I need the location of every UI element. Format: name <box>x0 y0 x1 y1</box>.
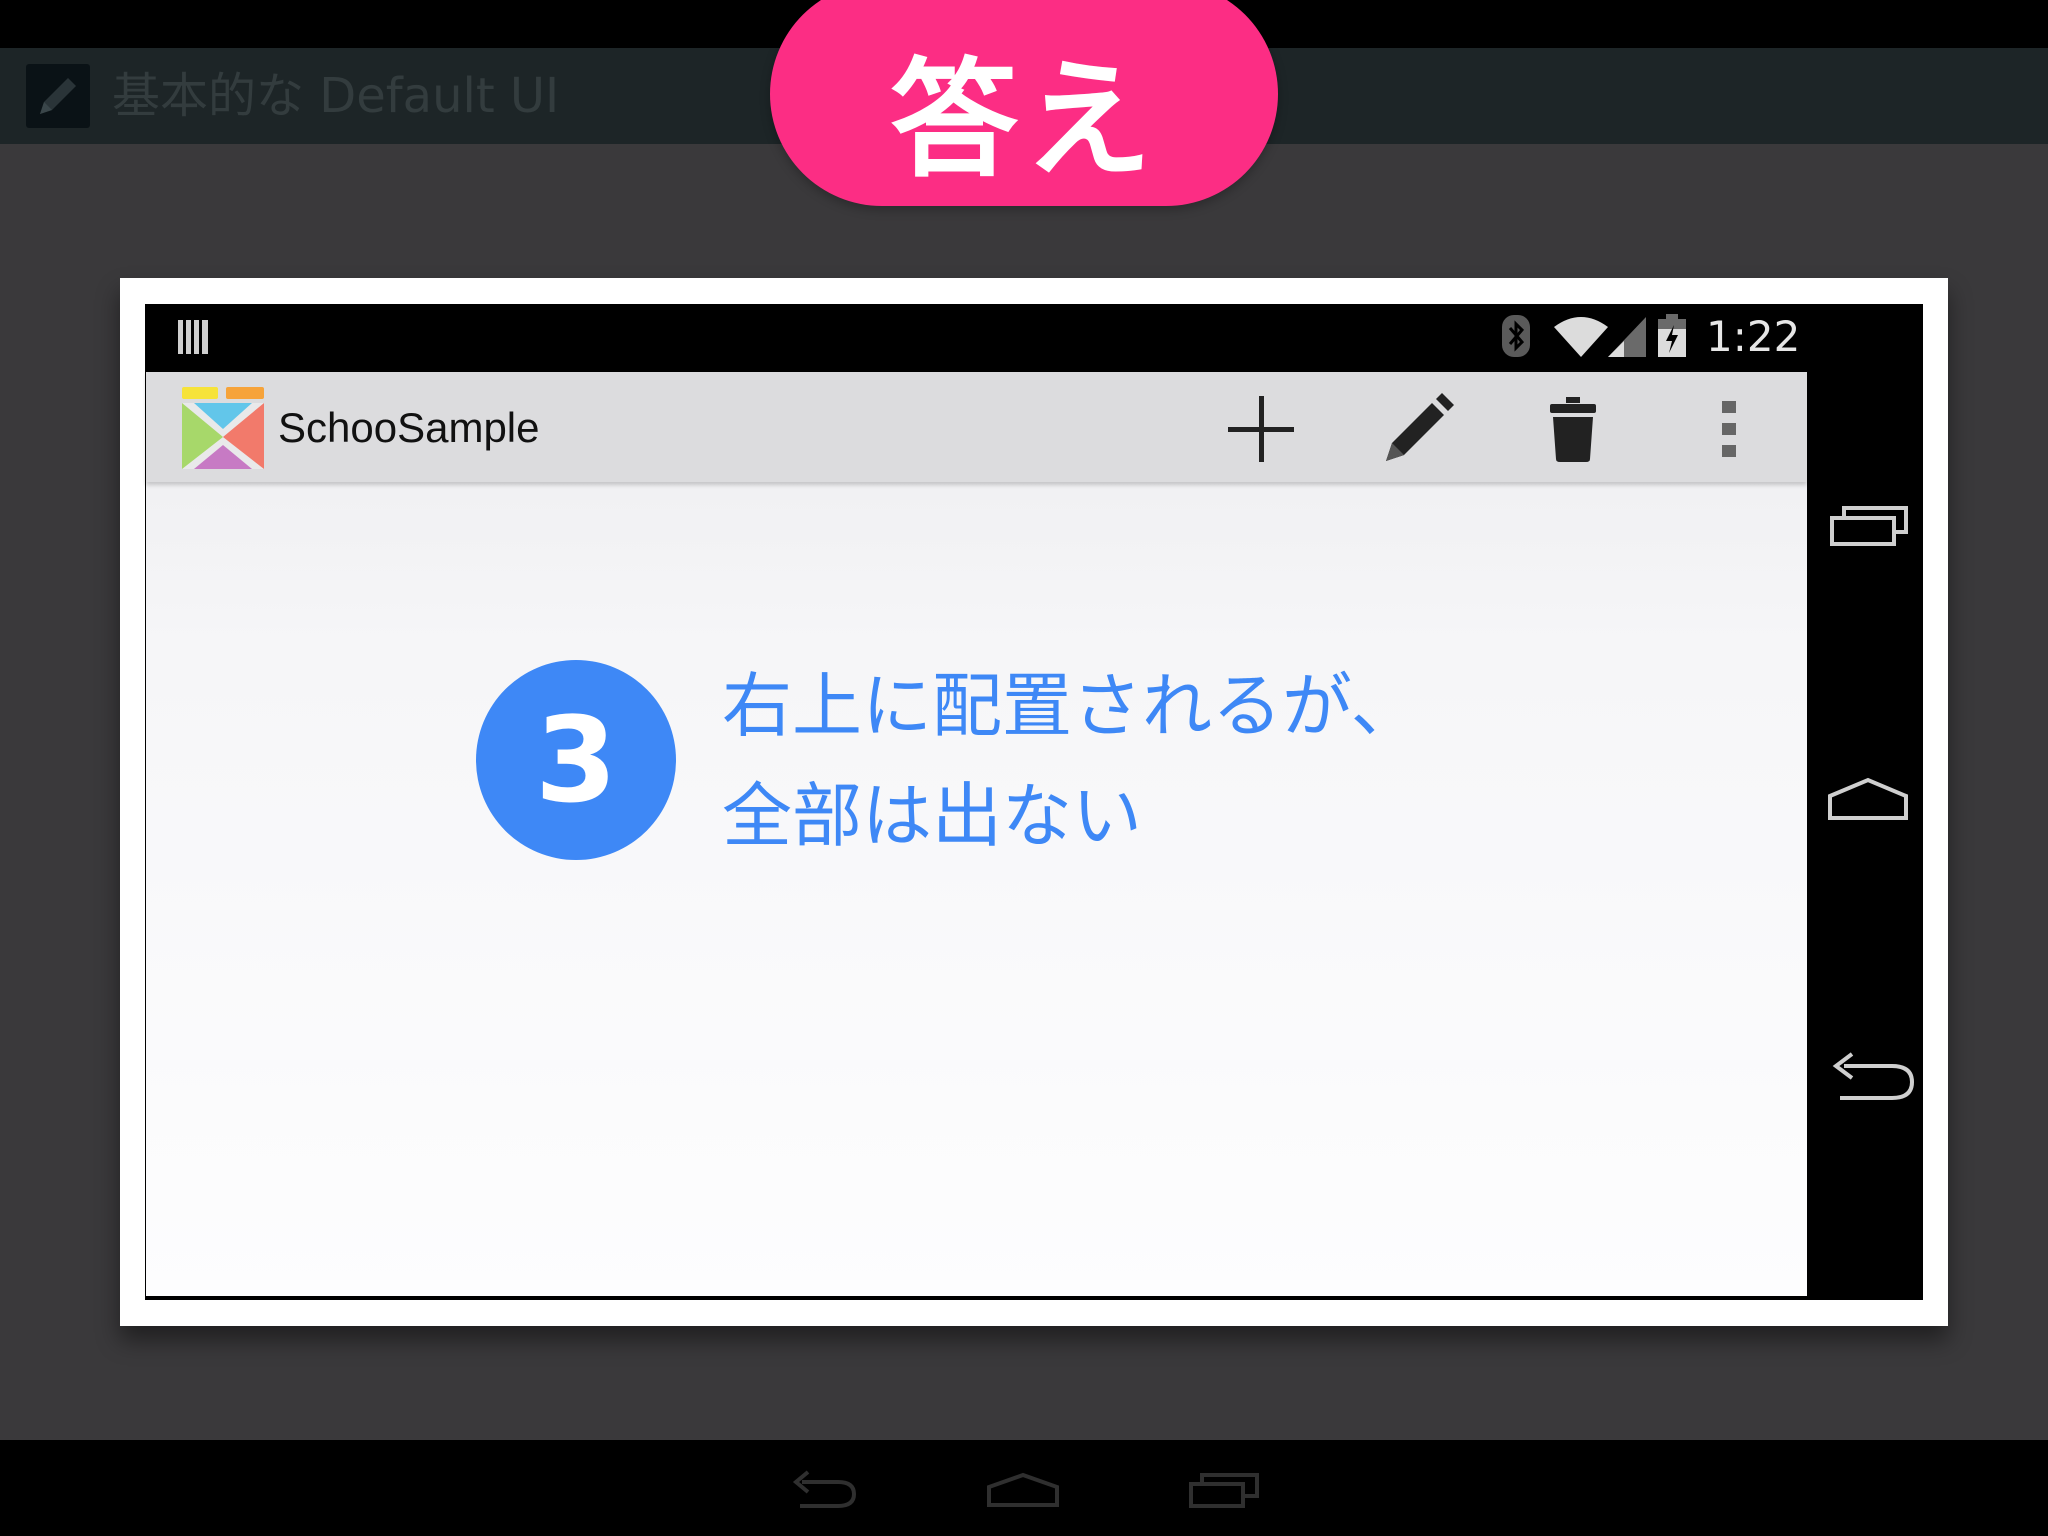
edit-icon <box>1386 393 1454 461</box>
system-home-icon[interactable] <box>986 1472 1060 1508</box>
slide-title: 基本的な Default UI <box>112 68 560 124</box>
overflow-menu-icon <box>1722 401 1736 457</box>
answer-badge-text: 答え <box>889 45 1158 195</box>
bluetooth-icon <box>1496 313 1536 359</box>
home-icon[interactable] <box>1826 776 1910 822</box>
signal-icon <box>1606 315 1648 359</box>
step-number-badge: 3 <box>476 660 676 860</box>
add-icon <box>1228 396 1294 462</box>
wifi-icon <box>1552 315 1610 359</box>
delete-icon <box>1550 397 1596 462</box>
annotation-text-line-1: 右上に配置されるが、 <box>722 665 1421 747</box>
recent-apps-icon[interactable] <box>1828 500 1910 552</box>
app-logo-icon <box>180 385 266 471</box>
system-back-icon[interactable] <box>788 1470 858 1512</box>
delete-button[interactable] <box>1534 390 1612 468</box>
annotation-text-line-2: 全部は出ない <box>722 775 1142 857</box>
answer-badge: 答え <box>770 0 1278 206</box>
edit-button[interactable] <box>1378 388 1456 468</box>
pencil-icon <box>26 64 90 128</box>
overflow-menu-button[interactable] <box>1700 390 1758 468</box>
battery-charging-icon <box>1656 313 1688 359</box>
system-recent-apps-icon[interactable] <box>1188 1470 1260 1510</box>
barcode-icon <box>176 318 212 356</box>
back-icon[interactable] <box>1826 1050 1918 1106</box>
add-button[interactable] <box>1222 390 1300 468</box>
app-title: SchooSample <box>278 404 540 451</box>
status-clock: 1:22 <box>1706 312 1801 361</box>
